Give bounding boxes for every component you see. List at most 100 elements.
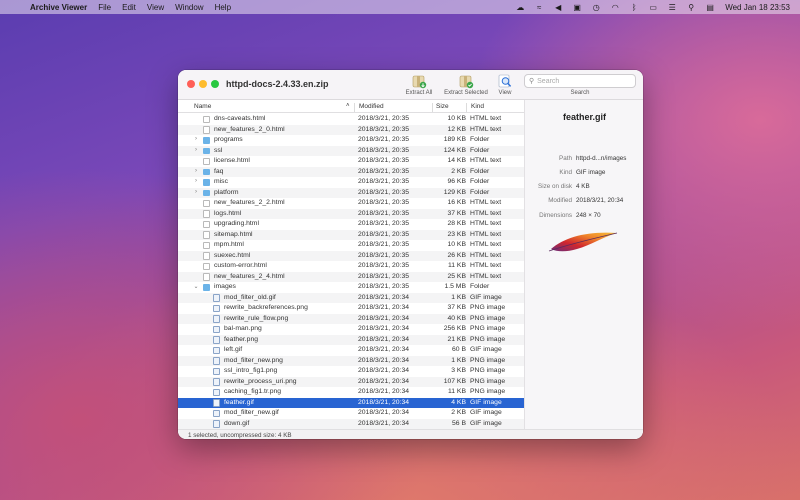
table-row[interactable]: down.gif 2018/3/21, 20:34 56 B GIF image	[178, 418, 524, 429]
disclosure-triangle-icon[interactable]: ›	[193, 147, 199, 153]
table-row[interactable]: ssl_intro_fig1.png 2018/3/21, 20:34 3 KB PN…	[178, 366, 524, 377]
column-size[interactable]: Size	[436, 103, 449, 110]
inspector-panel: feather.gif Path httpd-d...n/images Kind…	[524, 100, 643, 429]
row-modified: 2018/3/21, 20:34	[358, 409, 410, 417]
row-modified: 2018/3/21, 20:35	[358, 220, 410, 228]
column-kind[interactable]: Kind	[471, 103, 484, 110]
column-divider[interactable]	[466, 103, 467, 112]
table-row[interactable]: license.html 2018/3/21, 20:35 14 KB HTML te…	[178, 156, 524, 167]
cloud-icon[interactable]: ☁	[515, 3, 525, 12]
table-row[interactable]: rewrite_process_uri.png 2018/3/21, 20:34 1…	[178, 376, 524, 387]
menu-window[interactable]: Window	[175, 3, 203, 12]
search-input[interactable]: ⚲ Search	[524, 74, 636, 88]
volume-icon[interactable]: ◀	[553, 3, 563, 12]
row-name: faq	[214, 167, 224, 175]
table-row[interactable]: dns-caveats.html 2018/3/21, 20:35 10 KB HTM…	[178, 114, 524, 125]
inspector-title: feather.gif	[562, 112, 606, 122]
table-row[interactable]: feather.gif 2018/3/21, 20:34 4 KB GIF image	[178, 397, 524, 408]
sort-chevron-icon[interactable]: ˄	[346, 103, 350, 109]
wifi-icon[interactable]: ◠	[610, 3, 620, 12]
menu-clock[interactable]: Wed Jan 18 23:53	[725, 3, 790, 12]
menu-app-name[interactable]: Archive Viewer	[30, 3, 87, 12]
row-modified: 2018/3/21, 20:35	[358, 146, 410, 154]
table-row[interactable]: mpm.html 2018/3/21, 20:35 10 KB HTML text	[178, 240, 524, 251]
spotlight-icon[interactable]: ⚲	[686, 3, 696, 12]
table-row[interactable]: mod_filter_new.png 2018/3/21, 20:34 1 KB PN…	[178, 355, 524, 366]
time-machine-icon[interactable]: ◷	[591, 3, 601, 12]
row-name: logs.html	[214, 209, 242, 217]
notification-icon[interactable]: ▤	[705, 3, 715, 12]
row-name: new_features_2_4.html	[214, 272, 285, 280]
close-button[interactable]	[187, 80, 195, 88]
row-modified: 2018/3/21, 20:35	[358, 272, 410, 280]
row-modified: 2018/3/21, 20:35	[358, 209, 410, 217]
row-name: sitemap.html	[214, 230, 253, 238]
row-kind: PNG image	[470, 377, 506, 385]
minimize-button[interactable]	[199, 80, 207, 88]
table-row[interactable]: › ssl 2018/3/21, 20:35 124 KB Folder	[178, 145, 524, 156]
bluetooth-icon[interactable]: ᛒ	[629, 3, 639, 12]
file-rows: dns-caveats.html 2018/3/21, 20:35 10 KB HTM…	[178, 114, 524, 429]
file-list[interactable]: Name ˄ Modified Size Kind dns-caveats.ht…	[178, 100, 524, 429]
disclosure-triangle-icon[interactable]: ›	[193, 189, 199, 195]
table-row[interactable]: left.gif 2018/3/21, 20:34 60 B GIF image	[178, 345, 524, 356]
table-row[interactable]: mod_filter_old.gif 2018/3/21, 20:34 1 KB GI…	[178, 292, 524, 303]
document-icon	[203, 241, 210, 249]
table-row[interactable]: new_features_2_4.html 2018/3/21, 20:35 25 …	[178, 271, 524, 282]
table-row[interactable]: feather.png 2018/3/21, 20:34 21 KB PNG imag…	[178, 334, 524, 345]
row-size: 1 KB	[451, 356, 466, 364]
menu-view[interactable]: View	[147, 3, 164, 12]
table-row[interactable]: bal-man.png 2018/3/21, 20:34 256 KB PNG ima…	[178, 324, 524, 335]
row-name: custom-error.html	[214, 262, 267, 270]
status-bar: 1 selected, uncompressed size: 4 KB	[178, 429, 643, 439]
table-row[interactable]: › misc 2018/3/21, 20:35 96 KB Folder	[178, 177, 524, 188]
battery-icon[interactable]: ▭	[648, 3, 658, 12]
table-row[interactable]: mod_filter_new.gif 2018/3/21, 20:34 2 KB GI…	[178, 408, 524, 419]
column-divider[interactable]	[432, 103, 433, 112]
column-divider[interactable]	[354, 103, 355, 112]
extract-selected-button[interactable]: Extract Selected	[440, 73, 492, 96]
column-modified[interactable]: Modified	[359, 103, 384, 110]
disclosure-triangle-icon[interactable]: ›	[193, 168, 199, 174]
table-row[interactable]: new_features_2_0.html 2018/3/21, 20:35 12 …	[178, 124, 524, 135]
disclosure-triangle-icon[interactable]: ›	[193, 136, 199, 142]
table-row[interactable]: › platform 2018/3/21, 20:35 129 KB Folder	[178, 187, 524, 198]
menu-edit[interactable]: Edit	[122, 3, 136, 12]
table-row[interactable]: ⌄ images 2018/3/21, 20:35 1.5 MB Folder	[178, 282, 524, 293]
table-row[interactable]: upgrading.html 2018/3/21, 20:35 28 KB HTML …	[178, 219, 524, 230]
keyboard-input-icon[interactable]: ▣	[572, 3, 582, 12]
table-row[interactable]: suexec.html 2018/3/21, 20:35 26 KB HTML tex…	[178, 250, 524, 261]
view-button[interactable]: View	[494, 73, 516, 96]
image-file-icon	[213, 367, 220, 375]
table-row[interactable]: › faq 2018/3/21, 20:35 2 KB Folder	[178, 166, 524, 177]
table-row[interactable]: rewrite_backreferences.png 2018/3/21, 20:…	[178, 303, 524, 314]
image-file-icon	[213, 357, 220, 365]
table-row[interactable]: caching_fig1.tr.png 2018/3/21, 20:34 11 KB…	[178, 387, 524, 398]
table-row[interactable]: rewrite_rule_flow.png 2018/3/21, 20:34 40 …	[178, 313, 524, 324]
control-center-icon[interactable]: ☰	[667, 3, 677, 12]
disclosure-triangle-icon[interactable]: ⌄	[193, 283, 199, 290]
maximize-button[interactable]	[211, 80, 219, 88]
row-kind: GIF image	[470, 346, 502, 354]
row-kind: HTML text	[470, 209, 502, 217]
column-name[interactable]: Name	[194, 103, 211, 110]
disclosure-triangle-icon[interactable]: ›	[193, 178, 199, 184]
app-status-icon[interactable]: ≈	[534, 3, 544, 12]
menu-help[interactable]: Help	[215, 3, 231, 12]
image-file-icon	[213, 378, 220, 386]
row-name: left.gif	[224, 346, 243, 354]
row-kind: Folder	[470, 167, 490, 175]
size-label: Size on disk	[538, 183, 572, 190]
table-row[interactable]: logs.html 2018/3/21, 20:35 37 KB HTML text	[178, 208, 524, 219]
archive-window: httpd-docs-2.4.33.en.zip Extract All Ext…	[178, 70, 643, 439]
row-size: 1.5 MB	[444, 283, 466, 291]
table-row[interactable]: sitemap.html 2018/3/21, 20:35 23 KB HTML te…	[178, 229, 524, 240]
row-name: down.gif	[224, 419, 250, 427]
image-file-icon	[213, 304, 220, 312]
table-row[interactable]: › programs 2018/3/21, 20:35 189 KB Folder	[178, 135, 524, 146]
table-row[interactable]: custom-error.html 2018/3/21, 20:35 11 KB HT…	[178, 261, 524, 272]
menu-file[interactable]: File	[98, 3, 111, 12]
extract-all-button[interactable]: Extract All	[402, 73, 436, 96]
table-row[interactable]: new_features_2_2.html 2018/3/21, 20:35 16 …	[178, 198, 524, 209]
row-kind: PNG image	[470, 367, 506, 375]
